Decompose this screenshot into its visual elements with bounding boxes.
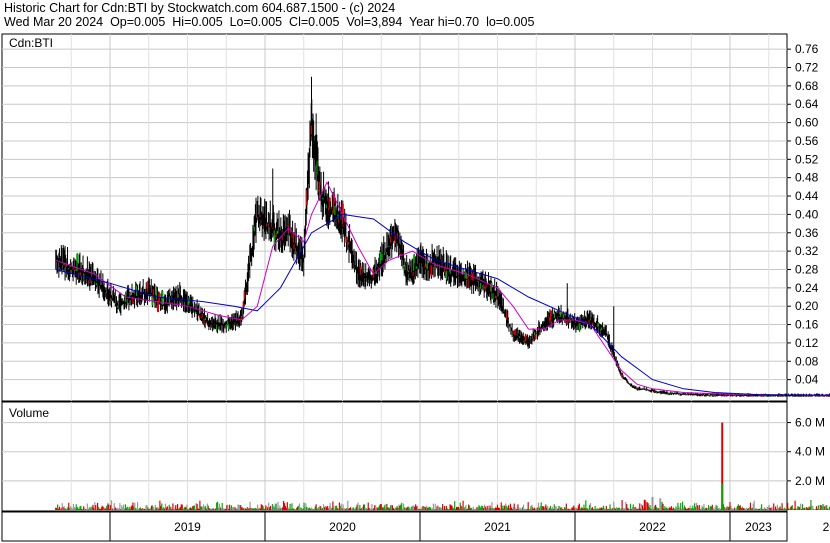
- price-candle-body: [415, 266, 418, 269]
- price-tick-label: 0.08: [795, 354, 819, 368]
- year-label: 2021: [484, 520, 511, 534]
- price-candle-body: [430, 265, 433, 277]
- price-tick-label: 0.52: [795, 152, 819, 166]
- price-tick-label: 0.60: [795, 116, 819, 130]
- price-tick-label: 0.56: [795, 134, 819, 148]
- volume-tick-label: 4.0 M: [795, 445, 825, 459]
- price-tick-label: 0.48: [795, 171, 819, 185]
- price-tick-label: 0.40: [795, 207, 819, 221]
- year-axis-panel: [1, 511, 788, 542]
- volume-panel: [1, 401, 788, 512]
- symbol-label: Cdn:BTI: [9, 36, 53, 50]
- price-tick-label: 0.44: [795, 189, 819, 203]
- volume-axis: 6.0 M 4.0 M 2.0 M: [787, 416, 825, 488]
- price-candle-body: [514, 329, 517, 336]
- price-candle-body: [578, 323, 581, 331]
- price-candle-body: [709, 395, 712, 397]
- price-tick-label: 0.32: [795, 244, 819, 258]
- price-candle-body: [597, 323, 600, 327]
- price-tick-label: 0.12: [795, 336, 819, 350]
- year-label: 2019: [174, 520, 201, 534]
- year-label: 2024: [823, 520, 830, 534]
- price-candle-body: [732, 395, 735, 397]
- price-tick-label: 0.16: [795, 318, 819, 332]
- stock-chart: 0.76 0.72 0.68 0.64 0.60 0.56 0.52 0.48 0.44 0.40…: [1, 33, 830, 542]
- price-tick-label: 0.36: [795, 226, 819, 240]
- price-tick-label: 0.28: [795, 262, 819, 276]
- year-label: 2023: [745, 520, 772, 534]
- volume-tick-label: 2.0 M: [795, 474, 825, 488]
- volume-tick-label: 6.0 M: [795, 416, 825, 430]
- price-tick-label: 0.72: [795, 61, 819, 75]
- price-tick-label: 0.76: [795, 42, 819, 56]
- price-panel: [1, 33, 788, 402]
- price-axis: 0.76 0.72 0.68 0.64 0.60 0.56 0.52 0.48 0.44 0.40…: [787, 42, 819, 387]
- price-candle-body: [276, 230, 279, 235]
- price-tick-label: 0.68: [795, 79, 819, 93]
- year-label: 2020: [329, 520, 356, 534]
- price-tick-label: 0.04: [795, 373, 819, 387]
- price-candle-body: [534, 334, 537, 339]
- price-candle-body: [770, 395, 773, 397]
- price-candle-body: [524, 334, 527, 342]
- volume-title: Volume: [9, 406, 49, 420]
- price-candle-body: [723, 395, 726, 397]
- price-tick-label: 0.24: [795, 281, 819, 295]
- price-tick-label: 0.64: [795, 97, 819, 111]
- year-label: 2022: [639, 520, 666, 534]
- price-tick-label: 0.20: [795, 299, 819, 313]
